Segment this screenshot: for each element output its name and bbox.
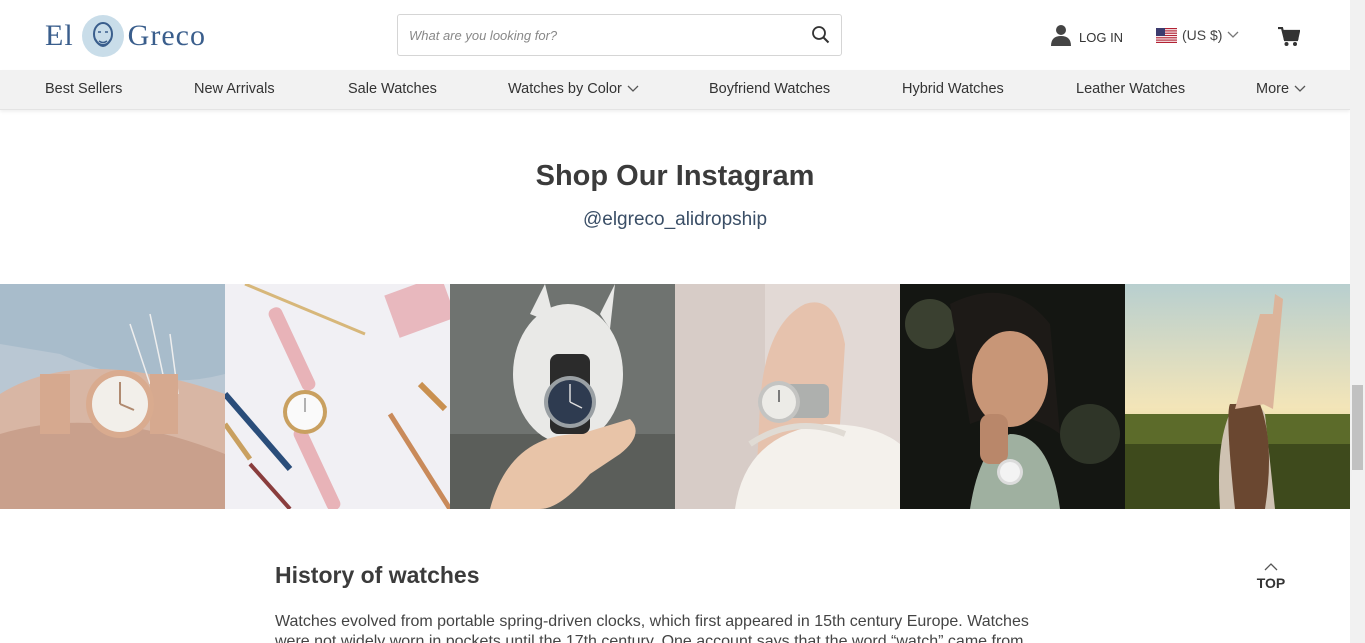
nav-label: Best Sellers <box>45 81 123 97</box>
nav-item-new-arrivals[interactable]: New Arrivals <box>194 81 275 97</box>
chevron-down-icon <box>627 85 639 92</box>
instagram-photo[interactable] <box>900 284 1125 509</box>
scrollbar-thumb[interactable] <box>1352 385 1363 470</box>
chevron-up-icon <box>1264 563 1278 571</box>
logo-face-icon <box>81 15 124 57</box>
nav-label: Watches by Color <box>508 81 622 97</box>
logo-text-left: El <box>45 19 74 52</box>
search-input[interactable] <box>398 15 798 55</box>
login-label: LOG IN <box>1079 30 1124 45</box>
history-paragraph: Watches evolved from portable spring-dri… <box>275 613 1029 643</box>
user-icon <box>1051 25 1071 46</box>
chevron-down-icon <box>1227 31 1239 38</box>
instagram-photo[interactable] <box>1125 284 1350 509</box>
nav-item-leather-watches[interactable]: Leather Watches <box>1076 81 1185 97</box>
instagram-photo[interactable] <box>450 284 675 509</box>
nav-item-watches-by-color[interactable]: Watches by Color <box>508 81 639 97</box>
login-link[interactable]: LOG IN <box>1050 24 1123 46</box>
nav-label: Boyfriend Watches <box>709 81 831 97</box>
instagram-gallery <box>0 284 1350 509</box>
nav-item-best-sellers[interactable]: Best Sellers <box>45 81 122 97</box>
instagram-handle-link[interactable]: @elgreco_alidropship <box>0 209 1350 231</box>
nav-item-sale-watches[interactable]: Sale Watches <box>348 81 437 97</box>
search-bar <box>397 14 842 56</box>
chevron-down-icon <box>1294 85 1306 92</box>
nav-label: New Arrivals <box>194 81 275 97</box>
nav-item-more[interactable]: More <box>1256 81 1306 97</box>
instagram-photo[interactable] <box>675 284 900 509</box>
site-logo[interactable]: El Greco <box>45 12 206 60</box>
instagram-photo[interactable] <box>225 284 450 509</box>
us-flag-icon <box>1156 27 1177 43</box>
nav-item-hybrid-watches[interactable]: Hybrid Watches <box>902 81 1004 97</box>
main-nav: Best Sellers New Arrivals Sale Watches W… <box>0 70 1350 110</box>
nav-label: Sale Watches <box>348 81 437 97</box>
instagram-photo[interactable] <box>0 284 225 509</box>
search-icon[interactable] <box>811 25 831 45</box>
nav-item-boyfriend-watches[interactable]: Boyfriend Watches <box>709 81 830 97</box>
currency-label: (US $) <box>1182 27 1223 43</box>
site-header: El Greco LOG IN <box>0 0 1350 70</box>
nav-label: More <box>1256 81 1290 97</box>
nav-label: Hybrid Watches <box>902 81 1004 97</box>
instagram-section-title: Shop Our Instagram <box>535 160 815 192</box>
page-scrollbar[interactable] <box>1350 0 1365 643</box>
nav-label: Leather Watches <box>1076 81 1186 97</box>
back-to-top-label: TOP <box>1256 575 1286 591</box>
back-to-top-button[interactable]: TOP <box>1252 558 1290 591</box>
logo-text-right: Greco <box>127 19 206 52</box>
history-section-title: History of watches <box>275 562 480 588</box>
cart-icon[interactable] <box>1278 27 1300 47</box>
currency-selector[interactable]: (US $) <box>1156 27 1239 43</box>
